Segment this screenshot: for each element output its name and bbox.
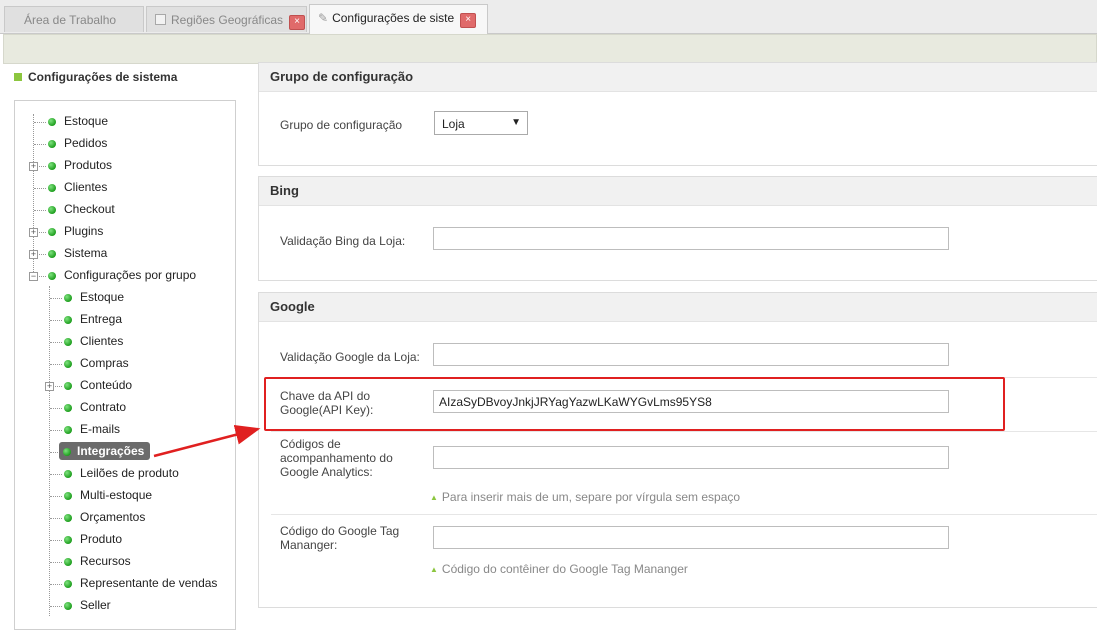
arrow-icon <box>153 424 261 458</box>
annotation-arrow <box>153 424 261 458</box>
